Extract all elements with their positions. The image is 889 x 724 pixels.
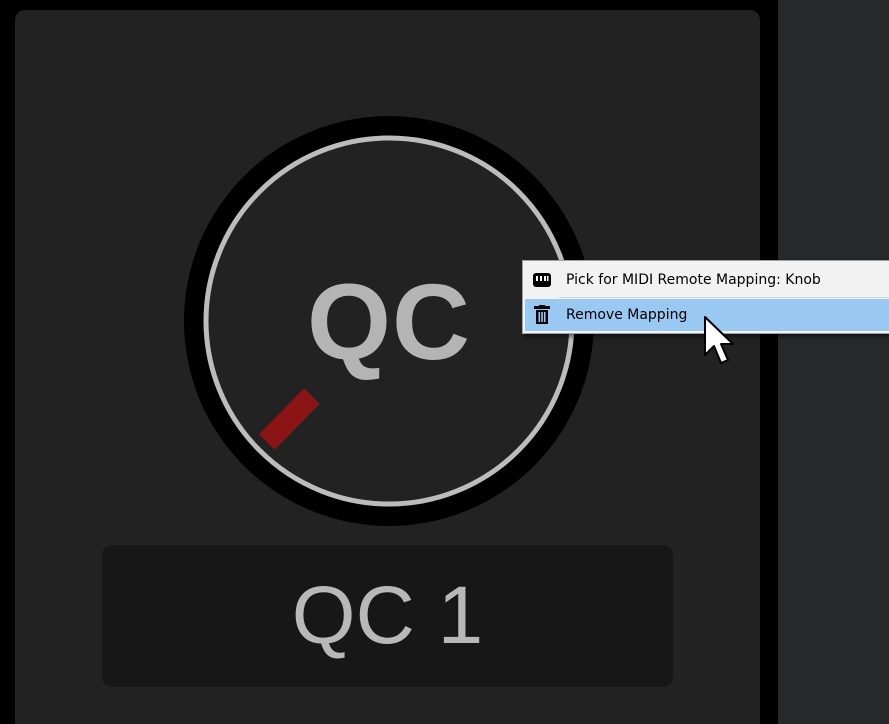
trash-icon xyxy=(525,299,559,331)
menu-item-pick-midi-remote-mapping[interactable]: Pick for MIDI Remote Mapping: Knob xyxy=(525,264,889,296)
quick-control-name: QC 1 xyxy=(291,570,484,661)
mouse-pointer-icon xyxy=(703,315,739,371)
right-panel xyxy=(778,0,889,724)
menu-item-label: Pick for MIDI Remote Mapping: Knob xyxy=(566,272,821,288)
menu-item-label: Remove Mapping xyxy=(566,307,688,323)
menu-separator xyxy=(559,297,889,298)
midi-keyboard-icon xyxy=(525,264,559,296)
quick-control-name-box[interactable]: QC 1 xyxy=(102,545,673,687)
